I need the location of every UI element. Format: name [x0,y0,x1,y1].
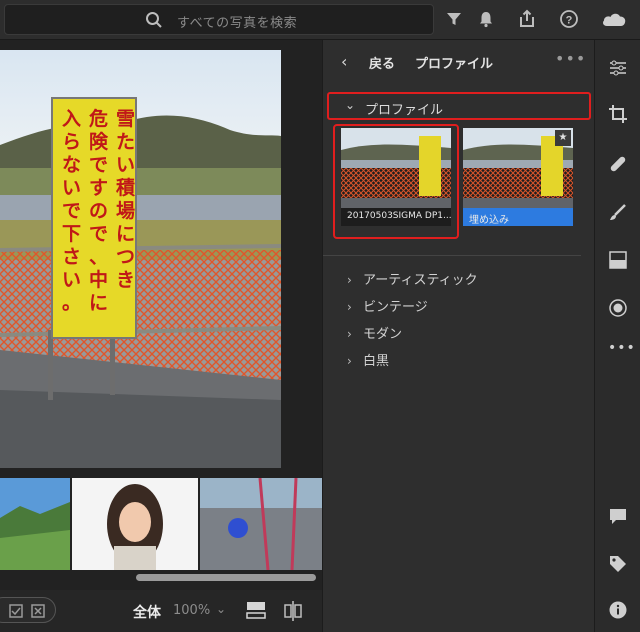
flag-controls[interactable] [0,597,56,623]
filmstrip [0,478,322,570]
profile-card[interactable]: 20170503SIGMA DP1... [341,128,451,226]
svg-text:の: の [89,200,108,222]
help-icon[interactable]: ? [559,9,579,29]
svg-text:つ: つ [116,246,135,268]
chevron-right-icon: › [347,354,352,368]
main-photo: 雪たい積場につき 危険ですので、中に 入らないで下さい。 [0,50,281,468]
svg-text:で: で [89,223,108,245]
svg-text:険: 険 [89,130,109,153]
search-bar[interactable]: すべての写真を検索 [4,4,434,35]
share-icon[interactable] [517,9,537,29]
svg-text:危: 危 [89,107,108,130]
zoom-level[interactable]: 100% [173,603,210,618]
svg-text:入: 入 [62,108,81,130]
chevron-down-icon: ⌄ [345,98,356,112]
search-placeholder: すべての写真を検索 [177,16,298,31]
chevron-right-icon: › [347,273,352,287]
bandage-icon[interactable] [608,154,628,174]
svg-text:下: 下 [62,223,81,245]
category-vintage[interactable]: › ビンテージ [347,296,428,316]
filmstrip-thumb-landscape[interactable] [0,478,70,570]
brush-icon[interactable] [608,202,628,222]
svg-text:?: ? [566,15,573,27]
category-label: アーティスティック [363,273,478,288]
tag-icon[interactable] [608,554,628,574]
back-button[interactable]: 戻る [369,53,395,72]
category-modern[interactable]: › モダン [347,323,402,343]
svg-text:き: き [116,269,135,291]
top-bar: すべての写真を検索 ? [0,0,640,40]
svg-text:に: に [89,292,108,314]
profile-section-header[interactable]: ⌄ プロファイル [327,92,591,120]
svg-text:す: す [89,177,108,199]
svg-text:、: 、 [89,246,108,268]
more-options-icon[interactable]: ••• [555,49,586,68]
svg-text:た: た [116,131,135,153]
svg-text:積: 積 [116,176,135,199]
sliders-icon[interactable] [608,58,628,78]
cloud-icon[interactable] [600,9,628,29]
category-artistic[interactable]: › アーティスティック [347,269,478,289]
bell-icon[interactable] [476,9,496,29]
svg-text:い: い [62,269,81,291]
profile-card-label: 埋め込み [463,208,573,226]
crop-icon[interactable] [608,104,628,124]
profile-card-label: 20170503SIGMA DP1... [341,208,451,226]
flag-reject-icon[interactable] [31,603,45,622]
filmstrip-thumb-portrait[interactable] [72,478,198,570]
svg-text:さ: さ [62,246,81,268]
view-fit-label[interactable]: 全体 [133,602,161,622]
radial-gradient-icon[interactable] [608,298,628,318]
chevron-right-icon: › [347,300,352,314]
svg-text:場: 場 [116,200,135,222]
chevron-right-icon: › [347,327,352,341]
panel-header: ‹ 戻る プロファイル ••• [323,40,595,84]
comment-icon[interactable] [608,506,628,526]
zoom-chevron-icon[interactable]: ⌄ [216,602,226,616]
more-dots-icon[interactable]: ••• [608,340,635,360]
category-label: 白黒 [363,354,390,369]
svg-text:い: い [116,154,135,176]
svg-text:い: い [62,177,81,199]
info-icon[interactable] [608,600,628,620]
profile-panel: ‹ 戻る プロファイル ••• ⌄ プロファイル 20170503SIGMA D… [322,40,594,632]
svg-text:中: 中 [89,268,108,291]
filmstrip-thumb-playground[interactable] [200,478,322,570]
svg-text:。: 。 [62,292,81,314]
panel-title: プロファイル [415,57,494,72]
category-bw[interactable]: › 白黒 [347,350,389,370]
svg-text:雪: 雪 [116,108,135,130]
bottom-bar: 全体 100% ⌄ [0,590,322,632]
svg-text:で: で [62,200,81,222]
compare-icon[interactable] [283,601,303,625]
filter-icon[interactable] [444,9,464,29]
profile-card-embedded[interactable]: ★ 埋め込み [463,128,573,226]
search-icon [145,11,163,33]
filmstrip-toggle-icon[interactable] [246,601,266,623]
linear-gradient-icon[interactable] [608,250,628,270]
category-label: ビンテージ [363,300,428,315]
svg-text:な: な [62,154,81,176]
back-chevron-icon[interactable]: ‹ [341,52,347,71]
svg-text:に: に [116,223,135,245]
flag-pick-icon[interactable] [9,603,23,622]
favorite-star-icon[interactable]: ★ [555,130,571,146]
profile-section-label: プロファイル [365,103,444,118]
filmstrip-scrollbar-thumb[interactable] [136,574,316,581]
panel-divider [323,255,581,256]
edit-tool-strip: ••• [594,40,640,632]
category-label: モダン [363,327,403,342]
svg-text:ら: ら [62,131,81,153]
svg-text:で: で [89,154,108,176]
